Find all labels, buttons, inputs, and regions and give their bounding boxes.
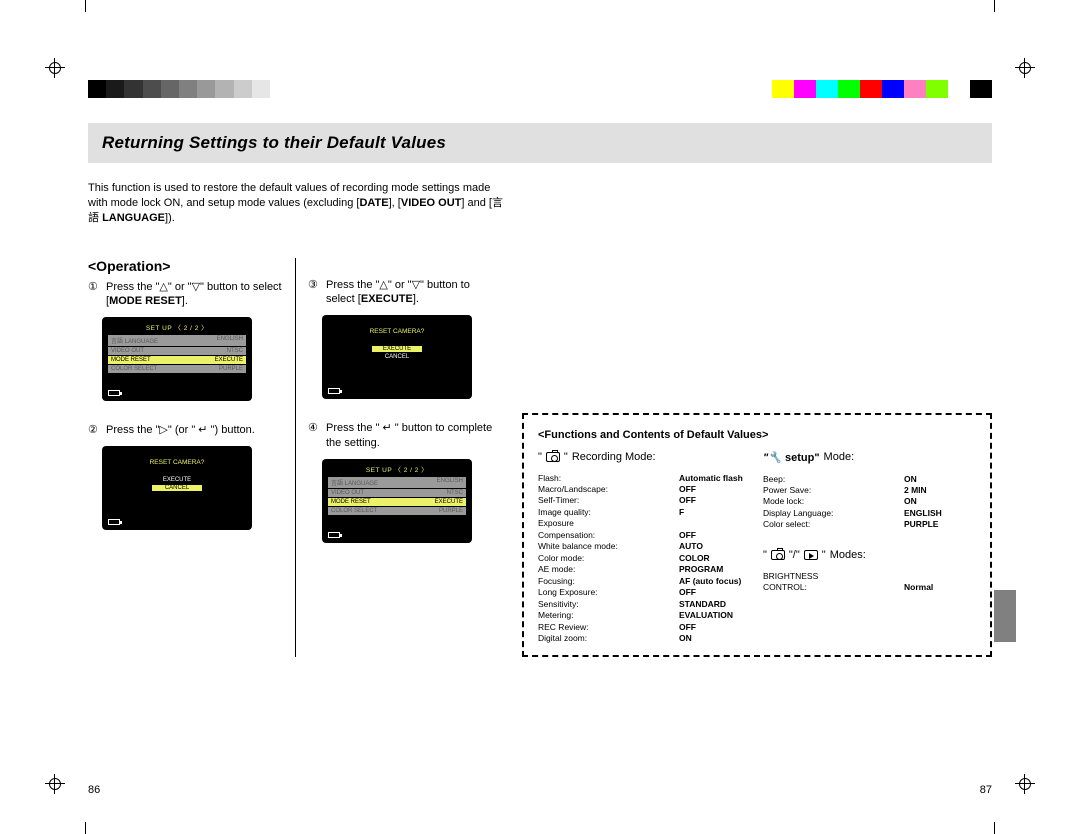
thumb-tab bbox=[994, 590, 1016, 642]
defaults-heading: <Functions and Contents of Default Value… bbox=[538, 429, 976, 441]
page-number-left: 86 bbox=[88, 784, 100, 796]
section-title-bar: Returning Settings to their Default Valu… bbox=[88, 123, 992, 163]
recording-defaults: Flash:Automatic flashMacro/Landscape:OFF… bbox=[538, 473, 751, 645]
section-title: Returning Settings to their Default Valu… bbox=[102, 133, 978, 153]
defaults-box: <Functions and Contents of Default Value… bbox=[522, 413, 992, 657]
spread: Returning Settings to their Default Valu… bbox=[88, 80, 992, 796]
operation-heading: <Operation> bbox=[88, 258, 285, 274]
page-number-right: 87 bbox=[980, 784, 992, 796]
step-4: ④ Press the " ↵ " button to complete the… bbox=[308, 421, 494, 451]
setup-defaults: Beep:ONPower Save:2 MINMode lock:ONDispl… bbox=[763, 474, 976, 531]
step-1: ① Press the "△" or "▽" button to select … bbox=[88, 280, 285, 310]
playback-icon bbox=[804, 550, 818, 560]
recording-mode-title: "" Recording Mode: bbox=[538, 451, 751, 463]
color-bars bbox=[88, 80, 992, 98]
step-3: ③ Press the "△" or "▽" button to select … bbox=[308, 278, 494, 308]
both-defaults: BRIGHTNESSCONTROL:Normal bbox=[763, 571, 976, 594]
camera-icon bbox=[546, 452, 560, 462]
lcd-screenshot-4: SET UP 〈 2 / 2 〉言語 LANGUAGEENGLISHVIDEO … bbox=[322, 459, 472, 543]
lcd-screenshot-1: SET UP 〈 2 / 2 〉言語 LANGUAGEENGLISHVIDEO … bbox=[102, 317, 252, 401]
setup-mode-title: "🔧 setup" Mode: bbox=[763, 451, 976, 464]
lcd-screenshot-3: RESET CAMERA? EXECUTE CANCEL bbox=[322, 315, 472, 399]
both-modes-title: ""/"" Modes: bbox=[763, 549, 976, 561]
intro-text: This function is used to restore the def… bbox=[88, 181, 508, 226]
lcd-screenshot-2: RESET CAMERA? EXECUTE CANCEL bbox=[102, 446, 252, 530]
step-2: ② Press the "▷" (or " ↵ ") button. bbox=[88, 423, 285, 438]
camera-icon bbox=[771, 550, 785, 560]
